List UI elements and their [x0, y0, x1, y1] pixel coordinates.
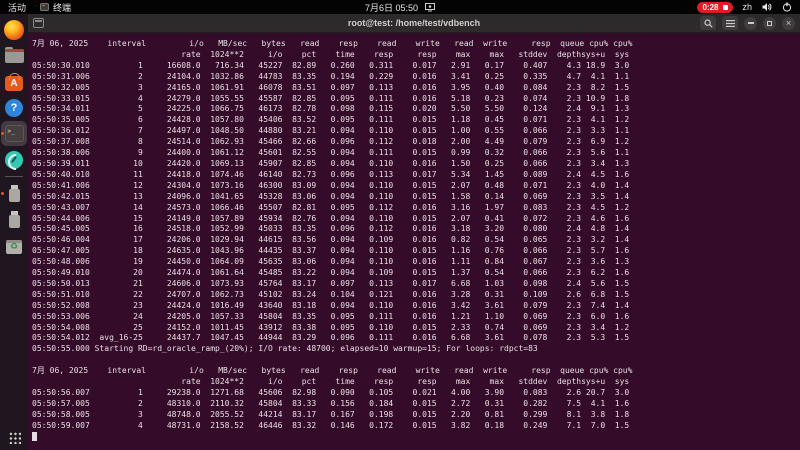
screencast-icon — [425, 3, 435, 12]
dock-item-usb-drive-2[interactable] — [1, 207, 27, 232]
usb-drive-icon — [9, 189, 20, 202]
running-indicator-dot — [1, 132, 4, 135]
terminal-icon: >_ — [5, 125, 24, 142]
activities-button[interactable]: 活动 — [8, 1, 26, 14]
help-icon: ? — [5, 99, 23, 117]
terminal-output[interactable]: 7月 06, 2025 interval i/o MB/sec bytes re… — [28, 34, 800, 444]
volume-icon[interactable] — [762, 2, 772, 12]
recording-indicator[interactable]: 0:28 — [697, 2, 732, 13]
top-bar: 活动 终端 7月6日 05:50 0:28 zh — [0, 0, 800, 14]
terminal-app-icon — [40, 3, 49, 11]
software-center-icon: A — [5, 76, 23, 91]
clock-label: 7月6日 05:50 — [365, 1, 418, 14]
close-button[interactable]: × — [782, 17, 795, 30]
dock-item-trash[interactable]: ♻ — [1, 233, 27, 258]
files-icon — [5, 49, 24, 63]
trash-icon: ♻ — [6, 240, 22, 254]
focused-app-indicator[interactable]: 终端 — [40, 1, 71, 14]
usb-drive-icon — [9, 215, 20, 228]
dock-item-firefox[interactable] — [1, 17, 27, 42]
search-button[interactable] — [700, 16, 716, 30]
terminal-cursor — [32, 432, 37, 441]
terminal-content-area[interactable]: 7月 06, 2025 interval i/o MB/sec bytes re… — [28, 34, 800, 450]
terminal-window: root@test: /home/test/vdbench × 7月 06, 2… — [28, 14, 800, 450]
dock-item-terminal[interactable]: >_ — [1, 121, 27, 146]
input-method-indicator[interactable]: zh — [743, 2, 753, 12]
mounted-indicator-dot — [1, 192, 4, 195]
dock-item-software[interactable]: A — [1, 69, 27, 94]
dock-item-help[interactable]: ? — [1, 95, 27, 120]
dock: A ? >_ ♻ — [0, 14, 28, 450]
menu-button[interactable] — [722, 16, 738, 30]
dock-separator — [5, 176, 23, 177]
clock-button[interactable]: 7月6日 05:50 — [365, 1, 435, 14]
window-title: root@test: /home/test/vdbench — [28, 18, 800, 28]
maximize-button[interactable] — [763, 17, 776, 30]
power-icon[interactable] — [782, 2, 792, 12]
disk-gauge-icon — [5, 151, 23, 169]
stop-recording-icon — [723, 5, 728, 10]
dock-item-disk-gauge[interactable] — [1, 147, 27, 172]
new-tab-button[interactable] — [33, 18, 44, 28]
app-grid-icon[interactable] — [8, 431, 21, 444]
dock-item-usb-drive-1[interactable] — [1, 181, 27, 206]
dock-item-files[interactable] — [1, 43, 27, 68]
firefox-icon — [4, 20, 24, 40]
recording-time: 0:28 — [702, 3, 718, 12]
window-titlebar[interactable]: root@test: /home/test/vdbench × — [28, 14, 800, 33]
focused-app-name: 终端 — [53, 1, 71, 14]
minimize-button[interactable] — [744, 17, 757, 30]
